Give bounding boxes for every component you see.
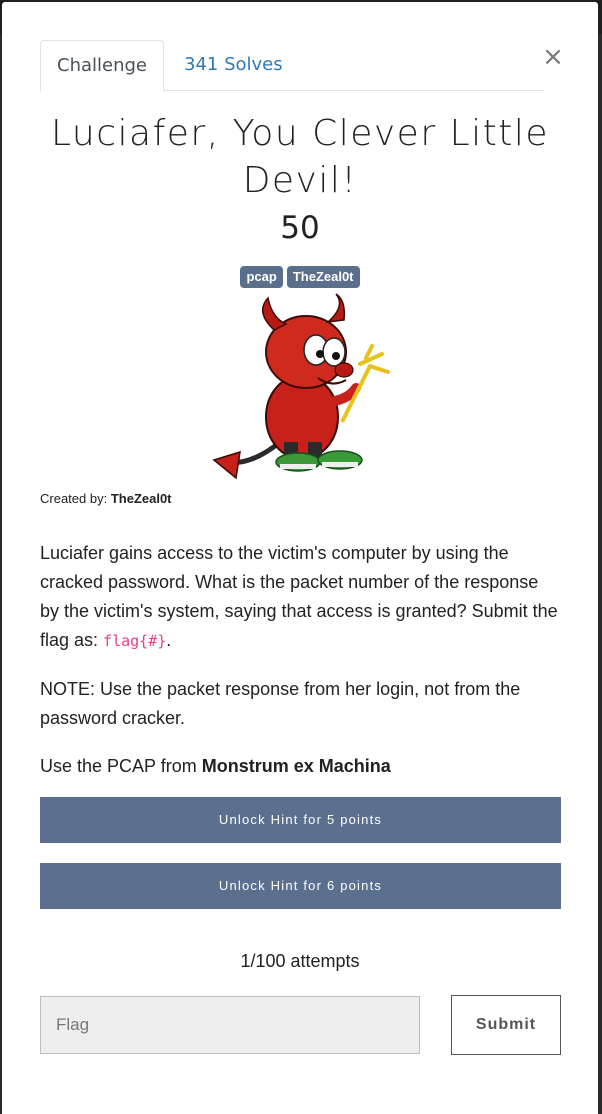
attempts-counter: 1/100 attempts: [240, 951, 360, 971]
challenge-points: 50: [280, 210, 320, 246]
description-pcap-reference: Use the PCAP from Monstrum ex Machina: [40, 752, 562, 781]
author-name: TheZeal0t: [110, 491, 172, 506]
unlock-hint-button-1[interactable]: Unlock Hint for 5 points: [40, 797, 561, 843]
description-period: .: [166, 630, 172, 650]
challenge-modal: Challenge 341 Solves × Luciafer, You Cle…: [2, 2, 598, 1114]
tag-list: pcap TheZeal0t: [2, 266, 598, 288]
tag-badge-pcap: pcap: [240, 266, 283, 288]
pcap-reference-text: Use the PCAP from: [40, 756, 202, 776]
bsd-daemon-mascot-image: [212, 293, 390, 480]
tab-challenge[interactable]: Challenge: [40, 40, 164, 92]
modal-tabs: Challenge 341 Solves: [40, 40, 544, 92]
description-note: NOTE: Use the packet response from her l…: [40, 679, 521, 728]
tab-solves[interactable]: 341 Solves: [184, 40, 283, 90]
description-paragraph: Luciafer gains access to the victim's co…: [40, 539, 562, 656]
close-icon[interactable]: ×: [540, 42, 566, 72]
flag-format-code: flag{#}: [103, 632, 167, 650]
created-by: Created by: TheZeal0t: [40, 491, 172, 506]
flag-input[interactable]: [40, 996, 420, 1054]
challenge-description: Luciafer gains access to the victim's co…: [40, 539, 562, 800]
unlock-hint-button-2[interactable]: Unlock Hint for 6 points: [40, 863, 561, 909]
challenge-title: Luciafer, You Clever Little Devil!: [50, 113, 550, 201]
tag-badge-author: TheZeal0t: [286, 266, 360, 288]
pcap-reference-challenge: Monstrum ex Machina: [201, 756, 391, 776]
created-by-label: Created by:: [40, 491, 108, 506]
submit-button[interactable]: Submit: [451, 995, 561, 1055]
